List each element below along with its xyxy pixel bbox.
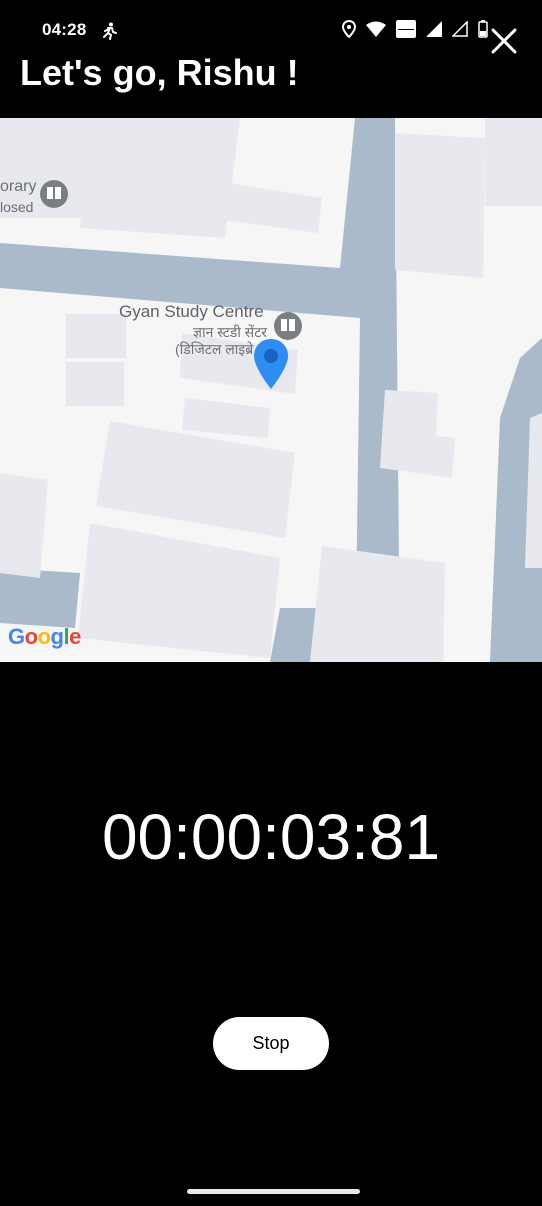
map-label-closed: losed — [0, 199, 34, 215]
status-bar: 04:28 — [0, 0, 542, 60]
home-indicator[interactable] — [187, 1189, 360, 1194]
map-view[interactable] — [0, 118, 542, 662]
running-activity-icon — [100, 22, 118, 45]
battery-icon — [478, 19, 488, 43]
google-logo-letter: o — [24, 624, 38, 649]
google-attribution-logo: Google — [8, 624, 81, 650]
signal-icon-2 — [451, 19, 468, 42]
close-icon — [491, 28, 517, 54]
map-label-library: orary — [0, 178, 37, 195]
elapsed-time: 00:00:03:81 — [101, 801, 441, 873]
stop-button[interactable]: Stop — [213, 1017, 329, 1070]
status-icons — [341, 19, 488, 43]
page-title: Let's go, Rishu ! — [20, 52, 299, 93]
status-time: 04:28 — [42, 20, 87, 39]
google-logo-letter: e — [69, 624, 81, 649]
location-icon — [341, 19, 357, 43]
map-place-name[interactable]: Gyan Study Centre — [119, 302, 264, 322]
google-logo-letter: g — [50, 624, 64, 649]
volte-wifi-icon — [396, 19, 416, 43]
map-place-sub-hindi: (डिजिटल लाइब्रे — [175, 341, 254, 357]
map-canvas — [0, 118, 542, 662]
location-pin-icon — [254, 339, 288, 389]
google-logo-letter: G — [8, 624, 25, 649]
google-logo-letter: o — [37, 624, 51, 649]
signal-icon — [426, 20, 442, 42]
close-button[interactable] — [488, 25, 520, 57]
wifi-icon — [366, 21, 386, 42]
